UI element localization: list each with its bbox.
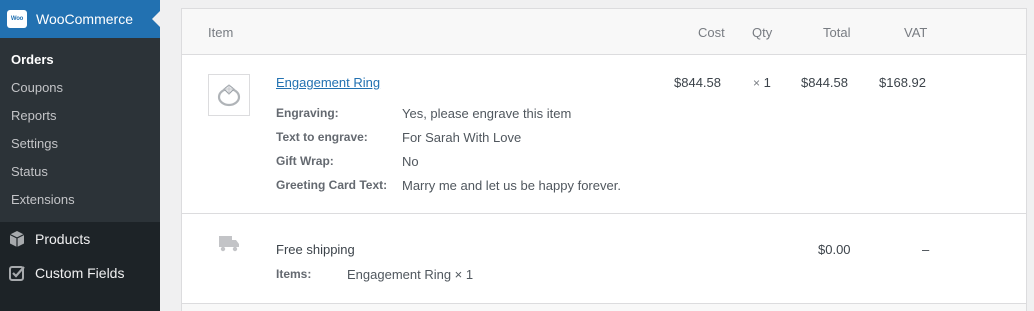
ring-icon [217,84,241,107]
qty-value: 1 [763,75,771,90]
order-items-panel: Item Cost Qty Total VAT Engagement Ring … [181,8,1027,311]
product-thumbnail[interactable] [208,74,250,116]
table-footer-divider [182,303,1026,311]
shipping-total: $0.00 [818,242,851,257]
sidebar-item-woocommerce[interactable]: Woo WooCommerce [0,0,160,38]
meta-value: No [402,154,419,169]
submenu-item-settings[interactable]: Settings [0,130,160,158]
shipping-items-label: Items: [276,267,312,281]
meta-value: For Sarah With Love [402,130,522,145]
woocommerce-icon: Woo [7,10,27,28]
column-header-total: Total [823,25,851,40]
shipping-method-name: Free shipping [276,242,355,257]
column-header-vat: VAT [904,25,928,40]
meta-value: Yes, please engrave this item [402,106,572,121]
item-cost: $844.58 [674,75,721,90]
column-header-qty: Qty [752,25,773,40]
submenu-item-coupons[interactable]: Coupons [0,74,160,102]
meta-value: Marry me and let us be happy forever. [402,178,621,193]
submenu-item-extensions[interactable]: Extensions [0,186,160,214]
line-item-row: Engagement Ring Engraving: Yes, please e… [182,54,1026,213]
sidebar-item-label: Custom Fields [35,265,125,281]
meta-label: Gift Wrap: [276,154,334,168]
woocommerce-submenu: Orders Coupons Reports Settings Status E… [0,38,160,222]
meta-label: Engraving: [276,106,339,120]
truck-icon [219,236,239,252]
shipping-row: Free shipping Items: Engagement Ring × 1… [182,213,1026,303]
product-link[interactable]: Engagement Ring [276,75,380,90]
admin-sidebar: Woo WooCommerce Orders Coupons Reports S… [0,0,160,311]
sidebar-item-custom-fields[interactable]: Custom Fields [0,256,160,290]
sidebar-item-products[interactable]: Products [0,222,160,256]
submenu-item-status[interactable]: Status [0,158,160,186]
column-header-item: Item [208,25,234,40]
products-box-icon [8,230,26,248]
column-header-cost: Cost [698,25,725,40]
meta-label: Greeting Card Text: [276,178,388,192]
item-qty: × 1 [753,75,771,90]
table-header: Item Cost Qty Total VAT [182,9,1026,54]
meta-label: Text to engrave: [276,130,368,144]
checkbox-icon [8,264,26,282]
shipping-vat: – [922,242,930,257]
sidebar-item-label: WooCommerce [36,11,133,27]
shipping-items-value: Engagement Ring × 1 [347,267,474,282]
submenu-item-orders[interactable]: Orders [0,46,160,74]
item-vat: $168.92 [879,75,926,90]
sidebar-item-label: Products [35,231,91,247]
submenu-item-reports[interactable]: Reports [0,102,160,130]
item-total: $844.58 [801,75,848,90]
qty-multiplier: × [753,76,761,90]
